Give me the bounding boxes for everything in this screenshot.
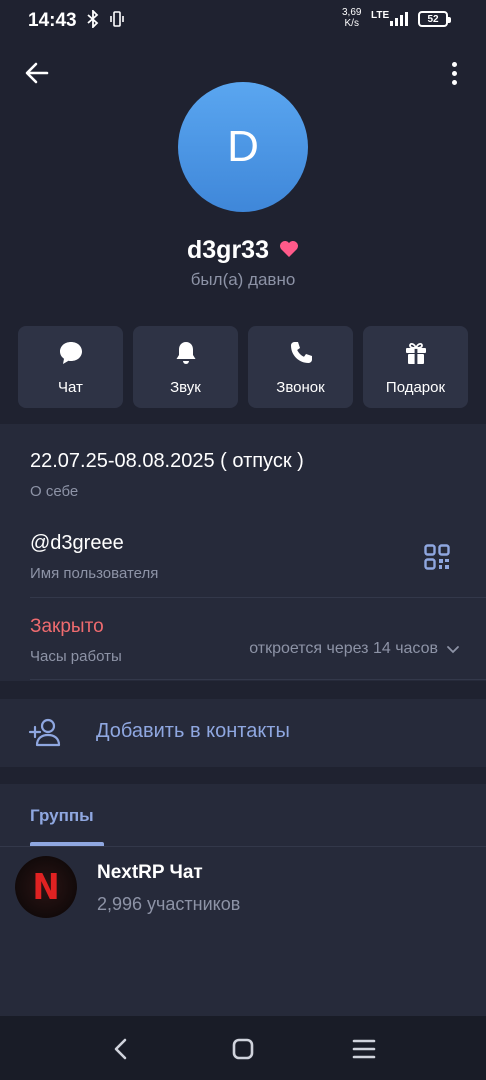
gift-icon [405, 342, 426, 364]
qr-code-button[interactable] [424, 544, 450, 570]
group-avatar: N [15, 856, 77, 918]
network-speed: 3,69 K/s [342, 7, 362, 29]
avatar[interactable]: D [178, 82, 308, 212]
vibrate-icon [108, 10, 126, 33]
chevron-down-icon [447, 646, 459, 654]
qr-code-icon [424, 544, 450, 570]
divider [0, 846, 486, 847]
status-time: 14:43 [28, 10, 77, 31]
group-name: NextRP Чат [97, 862, 203, 883]
battery-level: 52 [427, 13, 439, 25]
status-bar: 14:43 3,69 K/s LTE 52 [0, 0, 486, 40]
group-members: 2,996 участников [97, 894, 241, 914]
chat-button[interactable]: Чат [18, 326, 123, 408]
sound-button-label: Звук [170, 378, 201, 396]
nav-menu-button[interactable] [349, 1034, 379, 1064]
add-contact-button[interactable]: Добавить в контакты [0, 699, 486, 767]
bluetooth-icon [86, 8, 100, 33]
hours-status: Закрыто [30, 616, 104, 637]
bell-icon [176, 341, 195, 364]
heart-emoji-icon [279, 240, 299, 263]
chat-button-label: Чат [58, 378, 83, 396]
profile-name-row: d3gr33 [0, 236, 486, 265]
network-type: LTE [371, 10, 390, 21]
hours-detail-toggle[interactable]: откроется через 14 часов [249, 640, 460, 658]
call-button-label: Звонок [276, 378, 325, 396]
menu-icon [352, 1039, 376, 1059]
username-text: @d3greee [30, 532, 124, 554]
bio-text: 22.07.25-08.08.2025 ( отпуск ) [30, 450, 304, 472]
more-options-button[interactable] [444, 58, 464, 88]
sound-button[interactable]: Звук [133, 326, 238, 408]
call-button[interactable]: Звонок [248, 326, 353, 408]
tab-groups[interactable]: Группы [30, 806, 94, 826]
divider [30, 679, 486, 680]
nav-back-button[interactable] [106, 1034, 136, 1064]
divider [30, 597, 486, 598]
system-nav-bar [0, 1016, 486, 1080]
chat-icon [59, 341, 82, 364]
arrow-left-icon [25, 62, 49, 84]
battery-icon: 52 [418, 11, 451, 27]
gift-button[interactable]: Подарок [363, 326, 468, 408]
groups-section: Группы N NextRP Чат 2,996 участников [0, 784, 486, 1016]
last-seen-status: был(а) давно [190, 270, 296, 289]
bio-row[interactable]: 22.07.25-08.08.2025 ( отпуск ) О себе [30, 450, 456, 500]
username-row[interactable]: @d3greee Имя пользователя [30, 532, 456, 582]
group-avatar-letter: N [32, 866, 60, 908]
chevron-left-icon [114, 1038, 127, 1060]
gift-button-label: Подарок [385, 378, 446, 396]
nav-home-button[interactable] [228, 1034, 258, 1064]
phone-icon [290, 341, 312, 363]
add-contact-label: Добавить в контакты [96, 720, 290, 742]
username-label: Имя пользователя [30, 565, 159, 582]
add-person-icon [28, 718, 61, 747]
hours-detail: откроется через 14 часов [249, 640, 438, 657]
signal-icon [390, 12, 408, 26]
bio-label: О себе [30, 483, 79, 500]
action-buttons: Чат Звук Звонок Подарок [18, 326, 468, 408]
back-button[interactable] [22, 58, 52, 88]
home-square-icon [232, 1038, 254, 1060]
profile-name: d3gr33 [187, 236, 269, 264]
